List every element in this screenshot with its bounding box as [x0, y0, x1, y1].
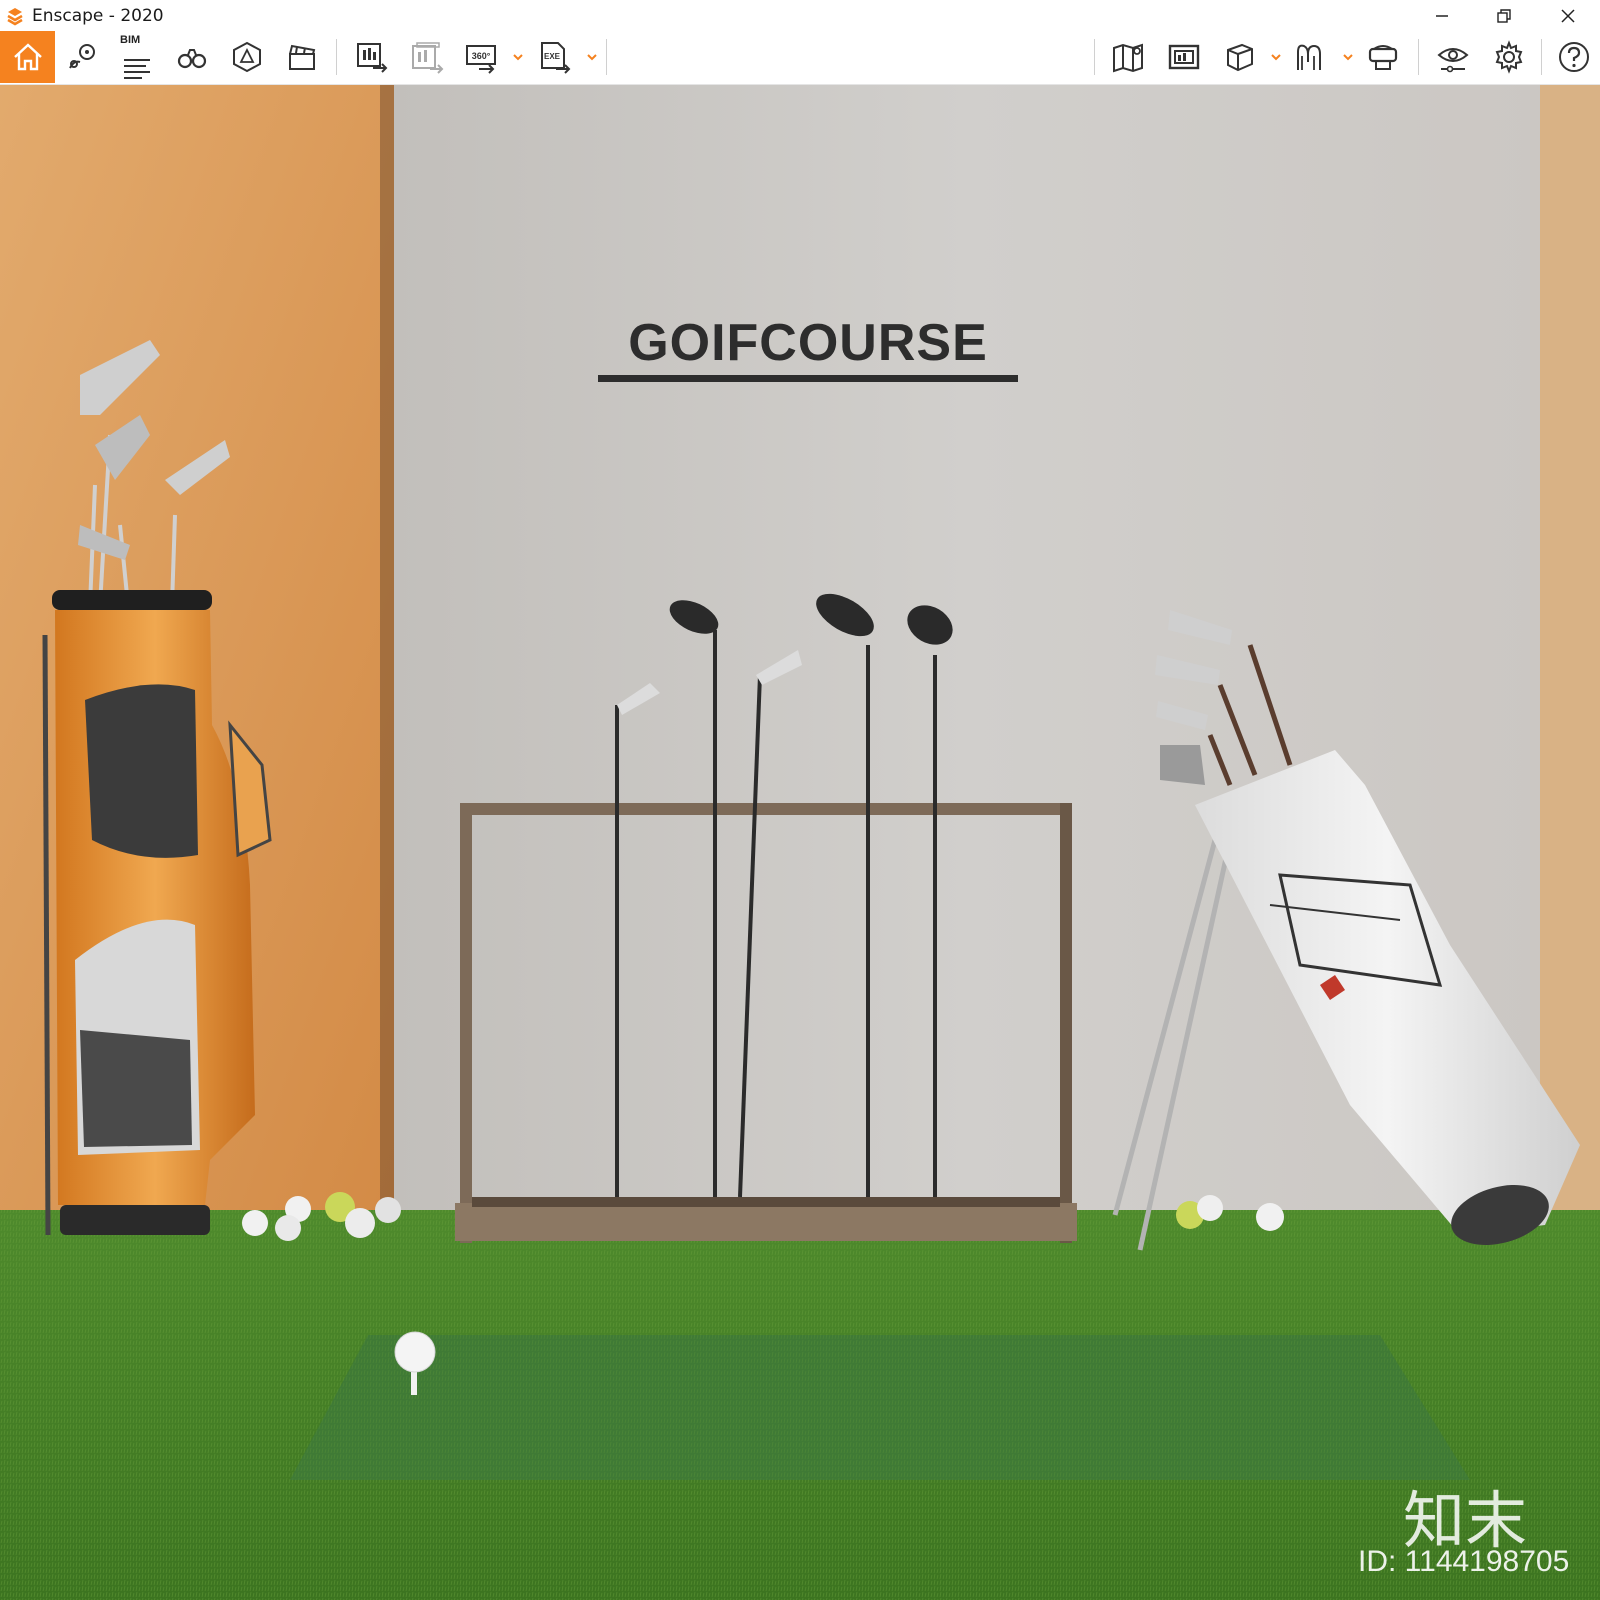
- toolbar-separator: [1094, 39, 1095, 75]
- screenshot-button[interactable]: [1159, 31, 1209, 83]
- export-dropdown-icon[interactable]: [586, 51, 598, 63]
- export-exe-label: EXE: [544, 52, 561, 61]
- window-title: Enscape - 2020: [32, 6, 164, 26]
- vr-icon: [1297, 44, 1321, 70]
- batch-render-icon: [412, 42, 444, 74]
- restore-button[interactable]: [1474, 0, 1534, 31]
- map-icon: [1113, 43, 1143, 73]
- panorama-360-button[interactable]: 360°: [457, 31, 507, 83]
- minimize-icon: [1436, 14, 1448, 17]
- toolbar-separator: [606, 39, 607, 75]
- map-button[interactable]: [1103, 31, 1153, 83]
- toolbar-separator: [1418, 39, 1419, 75]
- export-exe-button[interactable]: EXE: [530, 31, 580, 83]
- materials-dropdown-icon[interactable]: [1270, 51, 1282, 63]
- panorama-360-icon: 360°: [466, 45, 496, 74]
- walk-mode-button[interactable]: [167, 31, 217, 83]
- export-exe-icon: EXE: [541, 42, 571, 74]
- panorama-360-label: 360°: [472, 51, 491, 61]
- asset-cube-icon: [233, 41, 261, 73]
- main-toolbar: BIM 360° EXE: [0, 31, 1600, 108]
- gear-icon: [1495, 40, 1523, 74]
- panorama-dropdown-icon[interactable]: [512, 51, 524, 63]
- bim-button[interactable]: BIM: [112, 31, 162, 83]
- general-settings-button[interactable]: [1484, 31, 1534, 83]
- vr-dropdown-icon[interactable]: [1342, 51, 1354, 63]
- export-image-icon: [357, 43, 388, 73]
- binoculars-icon: [177, 49, 207, 69]
- bim-label: BIM: [120, 34, 141, 46]
- bookmark-views-button[interactable]: [58, 31, 108, 83]
- restore-icon: [1497, 8, 1511, 23]
- clapperboard-icon: [289, 44, 316, 70]
- render-viewport[interactable]: GOIFCOURSE 知末 ID: 1144198705: [0, 85, 1600, 1600]
- close-button[interactable]: [1538, 0, 1598, 31]
- watermark-id: ID: 1144198705: [1358, 1545, 1570, 1578]
- map-pin-icon: [69, 44, 95, 69]
- cube-icon: [1227, 43, 1253, 72]
- visual-settings-button[interactable]: [1428, 31, 1478, 83]
- headset-icon: [1368, 45, 1398, 70]
- wall-sign-underline: [598, 375, 1018, 382]
- headset-button[interactable]: [1358, 31, 1408, 83]
- close-icon: [1561, 8, 1575, 23]
- help-button[interactable]: [1549, 31, 1599, 83]
- wall-sign-text: GOIFCOURSE: [628, 314, 988, 372]
- materials-button[interactable]: [1214, 31, 1264, 83]
- vr-button[interactable]: [1286, 31, 1336, 83]
- capture-icon: [1168, 44, 1200, 70]
- video-editor-button[interactable]: [277, 31, 327, 83]
- asset-library-button[interactable]: [222, 31, 272, 83]
- render-image-button[interactable]: [347, 31, 397, 83]
- eye-icon: [1437, 48, 1469, 73]
- toolbar-separator: [336, 39, 337, 75]
- toolbar-separator: [1541, 39, 1542, 75]
- batch-render-button[interactable]: [402, 31, 452, 83]
- minimize-button[interactable]: [1412, 0, 1472, 31]
- home-button[interactable]: [0, 31, 55, 83]
- title-bar: Enscape - 2020: [0, 0, 1600, 31]
- help-icon: [1559, 42, 1589, 72]
- enscape-logo-icon: [7, 8, 23, 26]
- bim-list-icon: [124, 59, 150, 79]
- home-icon: [13, 43, 42, 71]
